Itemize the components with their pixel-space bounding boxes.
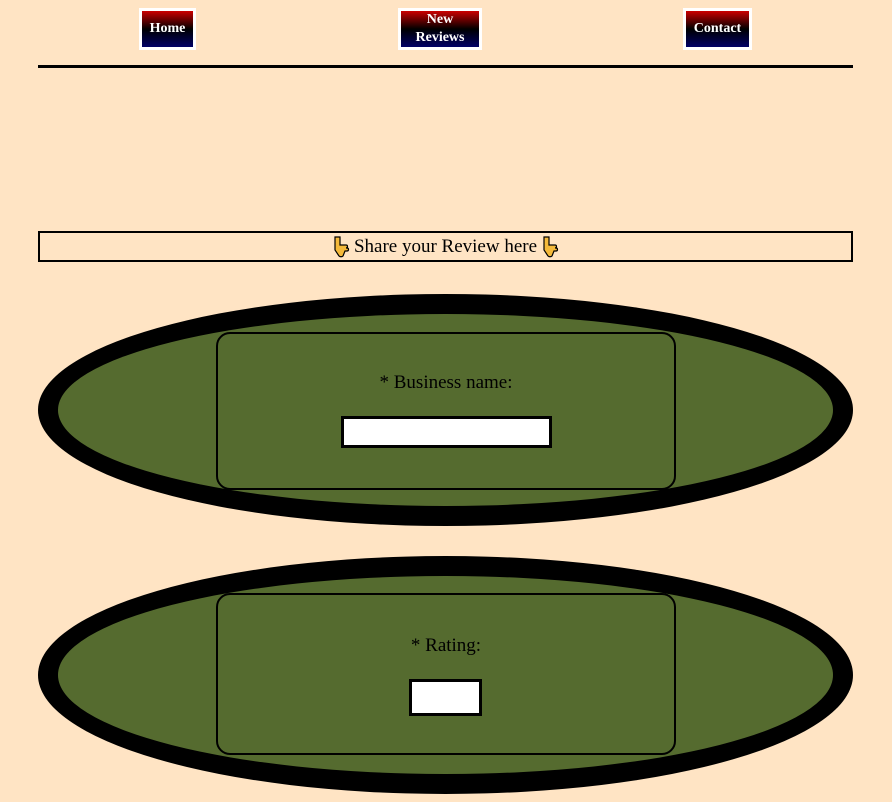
header-divider xyxy=(38,65,853,68)
rating-field-box: * Rating: xyxy=(216,593,676,755)
rating-label: * Rating: xyxy=(410,635,482,656)
business-name-label: * Business name: xyxy=(379,372,513,393)
business-name-input[interactable] xyxy=(341,416,552,448)
hand-pointing-down-icon xyxy=(541,235,559,258)
share-review-text: Share your Review here xyxy=(353,235,538,257)
rating-input[interactable] xyxy=(409,679,482,716)
nav-contact-button[interactable]: Contact xyxy=(683,8,752,50)
nav-new-reviews-button[interactable]: New Reviews xyxy=(398,8,482,50)
nav-home-button[interactable]: Home xyxy=(139,8,196,50)
business-name-field-box: * Business name: xyxy=(216,332,676,490)
hand-pointing-down-icon xyxy=(332,235,350,258)
share-review-banner: Share your Review here xyxy=(38,231,853,262)
